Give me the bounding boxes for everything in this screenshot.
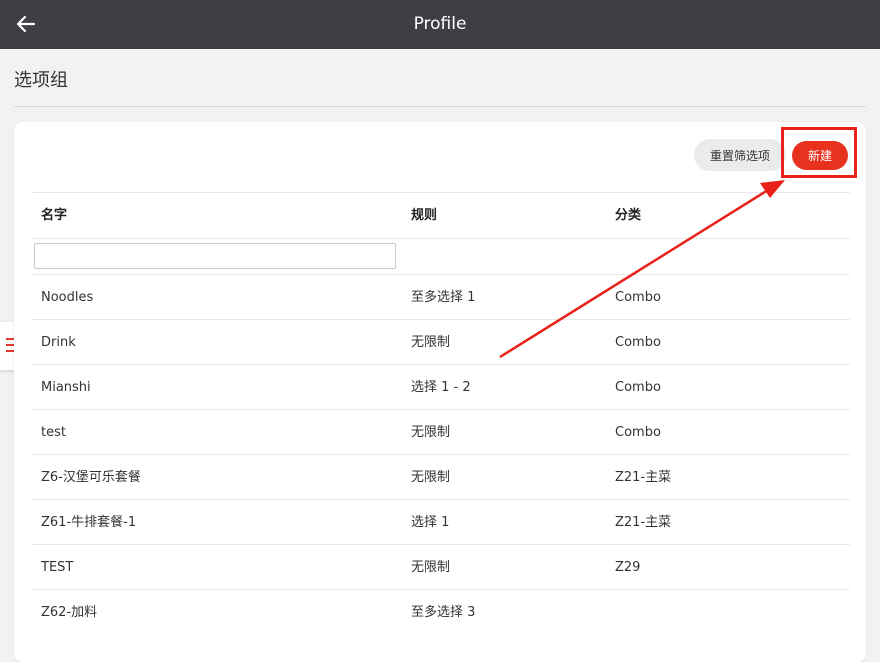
cell-name: Z6-汉堡可乐套餐 xyxy=(41,470,141,485)
cell-rule: 至多选择 3 xyxy=(411,605,476,620)
cell-category: Z29 xyxy=(615,560,641,575)
cell-name: TEST xyxy=(41,560,74,575)
reset-filters-button[interactable]: 重置筛选项 xyxy=(694,139,786,171)
table-row[interactable]: Noodles 至多选择 1 Combo xyxy=(32,274,850,319)
cell-name: test xyxy=(41,425,66,440)
cell-rule: 至多选择 1 xyxy=(411,290,476,305)
cell-category: Z21-主菜 xyxy=(615,515,672,530)
filter-row xyxy=(32,238,850,274)
top-app-bar: Profile xyxy=(0,0,880,49)
cell-name: Z62-加料 xyxy=(41,605,98,620)
option-group-card: 重置筛选项 新建 名字 规则 分类 Noodles 至多选择 1 Combo Drin… xyxy=(14,122,866,662)
cell-name: Noodles xyxy=(41,290,94,305)
cell-category: Combo xyxy=(615,425,661,440)
table-row[interactable]: Z62-加料 至多选择 3 xyxy=(32,589,850,634)
cell-category: Combo xyxy=(615,380,661,395)
cell-name: Mianshi xyxy=(41,380,91,395)
cell-rule: 选择 1 xyxy=(411,515,450,530)
table-row[interactable]: Mianshi 选择 1 - 2 Combo xyxy=(32,364,850,409)
cell-name: Z61-牛排套餐-1 xyxy=(41,515,137,530)
cell-rule: 无限制 xyxy=(411,425,451,440)
cell-rule: 选择 1 - 2 xyxy=(411,380,471,395)
table-row[interactable]: test 无限制 Combo xyxy=(32,409,850,454)
cell-rule: 无限制 xyxy=(411,470,451,485)
divider xyxy=(14,106,866,107)
table-row[interactable]: Z6-汉堡可乐套餐 无限制 Z21-主菜 xyxy=(32,454,850,499)
new-button[interactable]: 新建 xyxy=(792,141,848,170)
option-group-table: 名字 规则 分类 Noodles 至多选择 1 Combo Drink 无限制 Combo… xyxy=(32,192,850,634)
cell-rule: 无限制 xyxy=(411,560,451,575)
app-title: Profile xyxy=(413,14,467,34)
table-row[interactable]: Z61-牛排套餐-1 选择 1 Z21-主菜 xyxy=(32,499,850,544)
cell-category: Z21-主菜 xyxy=(615,470,672,485)
column-header-category[interactable]: 分类 xyxy=(615,193,641,239)
table-row[interactable]: TEST 无限制 Z29 xyxy=(32,544,850,589)
table-header-row: 名字 规则 分类 xyxy=(32,192,850,238)
name-filter-input[interactable] xyxy=(34,243,396,269)
table-row[interactable]: Drink 无限制 Combo xyxy=(32,319,850,364)
cell-name: Drink xyxy=(41,335,76,350)
column-header-rule[interactable]: 规则 xyxy=(411,193,437,239)
page-title: 选项组 xyxy=(14,70,68,91)
cell-category: Combo xyxy=(615,290,661,305)
cell-rule: 无限制 xyxy=(411,335,451,350)
column-header-name[interactable]: 名字 xyxy=(41,193,67,239)
cell-category: Combo xyxy=(615,335,661,350)
